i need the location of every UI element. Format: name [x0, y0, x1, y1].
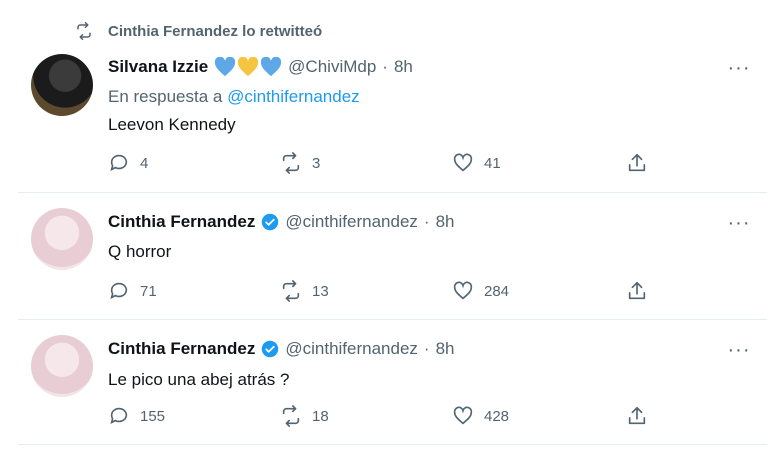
author-handle[interactable]: @cinthifernandez [285, 212, 418, 232]
share-button[interactable] [626, 152, 648, 174]
divider [18, 319, 767, 320]
like-button[interactable]: 284 [452, 280, 509, 302]
retweet-button[interactable]: 13 [280, 280, 329, 302]
separator: · [382, 57, 388, 76]
avatar[interactable] [31, 335, 93, 397]
like-count: 284 [484, 282, 510, 300]
share-icon [628, 281, 646, 300]
retweet-button[interactable]: 18 [280, 405, 329, 427]
reply-prefix: En respuesta a [108, 87, 223, 106]
tweet-text: Q horror [108, 242, 172, 261]
tweet-actions: 71 13 284 [108, 280, 668, 304]
more-options-button[interactable]: ··· [727, 212, 751, 234]
timestamp[interactable]: 8h [394, 57, 413, 77]
reply-icon [110, 282, 128, 299]
reply-count: 4 [140, 154, 149, 172]
retweet-icon [282, 280, 300, 302]
tweet-actions: 4 3 41 [108, 152, 668, 176]
timestamp[interactable]: 8h [436, 339, 455, 359]
reply-mention-link[interactable]: @cinthifernandez [227, 87, 360, 106]
like-button[interactable]: 428 [452, 405, 509, 427]
reply-icon [110, 407, 128, 424]
avatar[interactable] [31, 54, 93, 116]
retweet-icon [282, 152, 300, 174]
like-count: 41 [484, 154, 501, 172]
retweet-count: 3 [312, 154, 321, 172]
tweet-text: Le pico una abej atrás ? [108, 370, 290, 389]
reply-button[interactable]: 4 [108, 152, 148, 174]
more-options-button[interactable]: ··· [727, 57, 751, 79]
heart-icon [453, 406, 473, 425]
tweet-actions: 155 18 428 [108, 405, 668, 429]
blue-heart-icon [261, 57, 282, 77]
reply-count: 155 [140, 407, 166, 425]
share-button[interactable] [626, 405, 648, 427]
reply-count: 71 [140, 282, 157, 300]
retweet-text: Cinthia Fernandez lo retwitteó [108, 22, 323, 40]
author-name[interactable]: Cinthia Fernandez [108, 212, 255, 232]
heart-icon [453, 281, 473, 300]
share-button[interactable] [626, 280, 648, 302]
retweet-indicator[interactable]: Cinthia Fernandez lo retwitteó [74, 22, 322, 40]
reply-icon [110, 154, 128, 171]
heart-icon [453, 153, 473, 172]
like-button[interactable]: 41 [452, 152, 501, 174]
author-name[interactable]: Silvana Izzie [108, 57, 208, 77]
retweet-count: 13 [312, 282, 329, 300]
retweet-button[interactable]: 3 [280, 152, 320, 174]
tweet-header: Cinthia Fernandez @cinthifernandez · 8h [108, 212, 455, 232]
more-options-button[interactable]: ··· [727, 339, 751, 361]
divider [18, 444, 767, 445]
author-name[interactable]: Cinthia Fernandez [108, 339, 255, 359]
share-icon [628, 153, 646, 172]
timestamp[interactable]: 8h [436, 212, 455, 232]
timeline: Cinthia Fernandez lo retwitteó Silvana I… [0, 0, 767, 451]
avatar[interactable] [31, 208, 93, 270]
reply-context: En respuesta a @cinthifernandez [108, 87, 360, 107]
retweet-icon [77, 22, 91, 40]
tweet-text: Leevon Kennedy [108, 115, 236, 134]
reply-button[interactable]: 71 [108, 280, 157, 302]
yellow-heart-icon [238, 57, 259, 77]
retweet-icon [282, 405, 300, 427]
tweet-header: Silvana Izzie @ChiviMdp · 8h [108, 57, 413, 77]
verified-badge-icon [261, 340, 279, 358]
retweet-count: 18 [312, 407, 329, 425]
reply-button[interactable]: 155 [108, 405, 165, 427]
divider [18, 192, 767, 193]
verified-badge-icon [261, 213, 279, 231]
name-emoji [214, 57, 282, 77]
separator: · [423, 339, 430, 358]
separator: · [423, 212, 430, 231]
author-handle[interactable]: @ChiviMdp [288, 57, 376, 77]
like-count: 428 [484, 407, 510, 425]
blue-heart-icon [215, 57, 236, 77]
author-handle[interactable]: @cinthifernandez [285, 339, 418, 359]
tweet-header: Cinthia Fernandez @cinthifernandez · 8h [108, 339, 455, 359]
share-icon [628, 406, 646, 425]
